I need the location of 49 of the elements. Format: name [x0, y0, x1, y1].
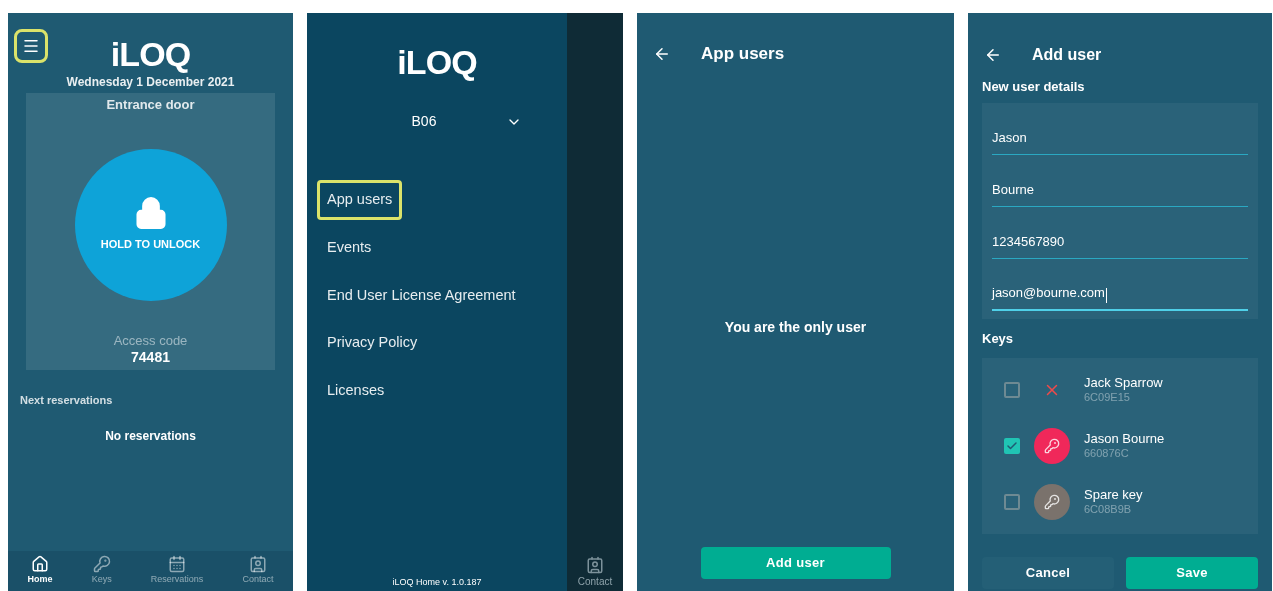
menu-item[interactable]: App users — [317, 180, 403, 220]
keys-icon — [92, 555, 111, 573]
key-code: 660876C — [1084, 447, 1130, 461]
checkbox[interactable] — [1004, 382, 1020, 398]
menu-item[interactable]: Licenses — [317, 371, 395, 411]
menu-item[interactable]: End User License Agreement — [317, 275, 526, 316]
key-name: Jason Bourne — [1084, 431, 1165, 448]
version-text: iLOQ Home v. 1.0.187 — [392, 575, 482, 589]
check-icon — [1006, 440, 1018, 452]
input-field[interactable]: Bourne — [992, 154, 1248, 207]
section-title: Next reservations — [20, 393, 114, 408]
key-code: 6C09E15 — [1084, 391, 1131, 405]
site-dropdown[interactable]: B06 — [411, 111, 523, 132]
checkbox[interactable] — [1004, 494, 1020, 510]
access-code: 74481 — [131, 350, 170, 364]
cancel-button[interactable]: Cancel — [982, 557, 1114, 589]
screen-title: Add user — [1032, 45, 1102, 65]
key-name: Jack Sparrow — [1084, 375, 1163, 392]
contact-icon — [586, 556, 604, 574]
date-text: Wednesday 1 December 2021 — [66, 74, 235, 91]
access-code-label: Access code — [113, 331, 188, 350]
home-icon — [31, 555, 50, 573]
lock-icon — [133, 196, 168, 231]
logo: iLOQ — [110, 37, 191, 71]
calendar-icon — [168, 555, 187, 573]
empty-message: You are the only user — [724, 317, 867, 337]
menu-icon — [22, 37, 40, 55]
nav-tab[interactable]: Keys — [91, 555, 112, 584]
key-name: Spare key — [1084, 487, 1143, 504]
checkbox[interactable] — [1004, 438, 1020, 454]
menu-item[interactable]: Privacy Policy — [317, 323, 428, 363]
menu-button[interactable] — [14, 29, 48, 63]
contact-icon — [248, 555, 267, 573]
logo: iLOQ — [397, 45, 477, 79]
section-title: Keys — [982, 329, 1015, 348]
empty-message: No reservations — [105, 427, 196, 445]
nav-tab[interactable]: Contact — [242, 555, 274, 584]
input-field[interactable]: Jason — [992, 102, 1248, 155]
nav-tab[interactable]: Reservations — [150, 555, 204, 584]
input-field[interactable]: jason@bourne.com — [992, 258, 1248, 311]
section-title: New user details — [982, 78, 1086, 96]
back-button[interactable] — [984, 46, 1002, 64]
nav-tab[interactable]: Home — [27, 555, 53, 584]
menu-item[interactable]: Events — [317, 227, 382, 268]
input-field[interactable]: 1234567890 — [992, 206, 1248, 259]
contact-label: Contact — [577, 575, 613, 589]
key-code: 6C08B9B — [1084, 503, 1133, 517]
screen-title: App users — [701, 43, 785, 65]
door-name: Entrance door — [106, 96, 195, 114]
